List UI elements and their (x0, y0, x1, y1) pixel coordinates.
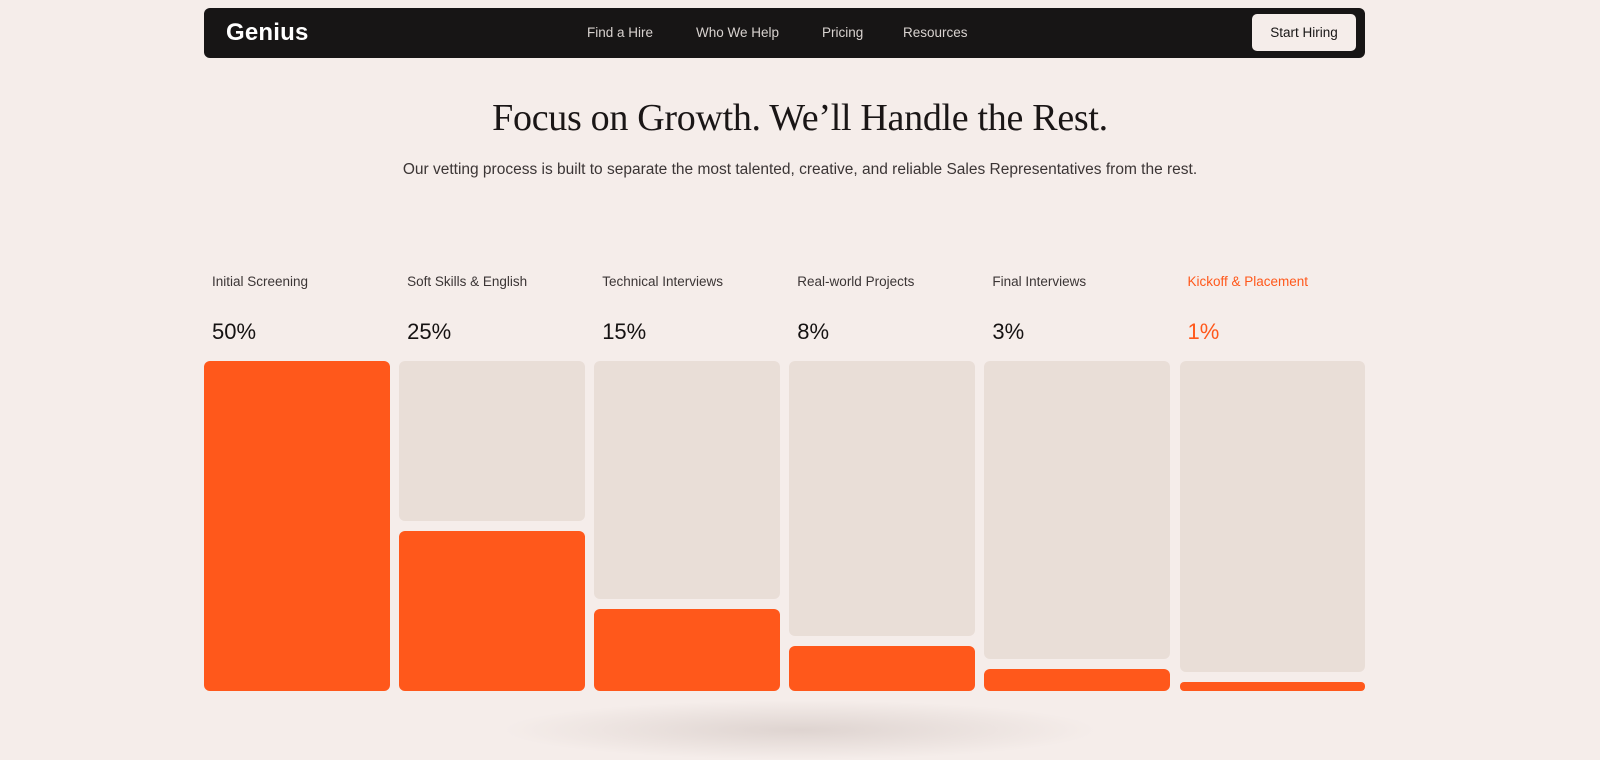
bar-remainder-soft-skills-english (399, 361, 585, 521)
stage-value-real-world-projects: 8% (797, 319, 830, 344)
stage-label-soft-skills-english: Soft Skills & English (407, 274, 528, 289)
bar-fill-real-world-projects (789, 646, 975, 691)
stage-label-technical-interviews: Technical Interviews (602, 274, 723, 289)
page-subtitle: Our vetting process is built to separate… (402, 161, 1198, 178)
bar-fill-final-interviews (984, 669, 1170, 691)
top-nav: Genius Find a Hire Who We Help Pricing R… (204, 8, 1365, 58)
nav-link-resources[interactable]: Resources (903, 25, 968, 40)
bar-remainder-real-world-projects (789, 361, 975, 636)
start-hiring-button[interactable]: Start Hiring (1252, 14, 1356, 51)
bar-fill-kickoff-placement (1179, 682, 1365, 691)
stage-value-final-interviews: 3% (992, 319, 1025, 344)
bar-remainder-kickoff-placement (1179, 361, 1365, 672)
stage-value-soft-skills-english: 25% (407, 319, 452, 344)
bar-fill-initial-screening (204, 361, 390, 691)
bar-remainder-technical-interviews (594, 361, 780, 599)
bar-remainder-final-interviews (984, 361, 1170, 659)
nav-link-pricing[interactable]: Pricing (822, 25, 863, 40)
page-title: Focus on Growth. We’ll Handle the Rest. (492, 97, 1108, 139)
stage-value-technical-interviews: 15% (602, 319, 647, 344)
stage-label-kickoff-placement: Kickoff & Placement (1187, 274, 1309, 289)
nav-link-find-a-hire[interactable]: Find a Hire (587, 25, 653, 40)
nav-link-who-we-help[interactable]: Who We Help (696, 25, 779, 40)
stage-value-initial-screening: 50% (212, 319, 257, 344)
stage-label-final-interviews: Final Interviews (992, 274, 1087, 289)
logo[interactable]: Genius (226, 19, 309, 47)
stage-label-initial-screening: Initial Screening (212, 274, 309, 289)
bar-fill-soft-skills-english (399, 531, 585, 691)
stage-label-real-world-projects: Real-world Projects (797, 274, 915, 289)
bar-fill-technical-interviews (594, 609, 780, 691)
stage-value-kickoff-placement: 1% (1187, 319, 1220, 344)
bottom-shadow (500, 700, 1100, 760)
